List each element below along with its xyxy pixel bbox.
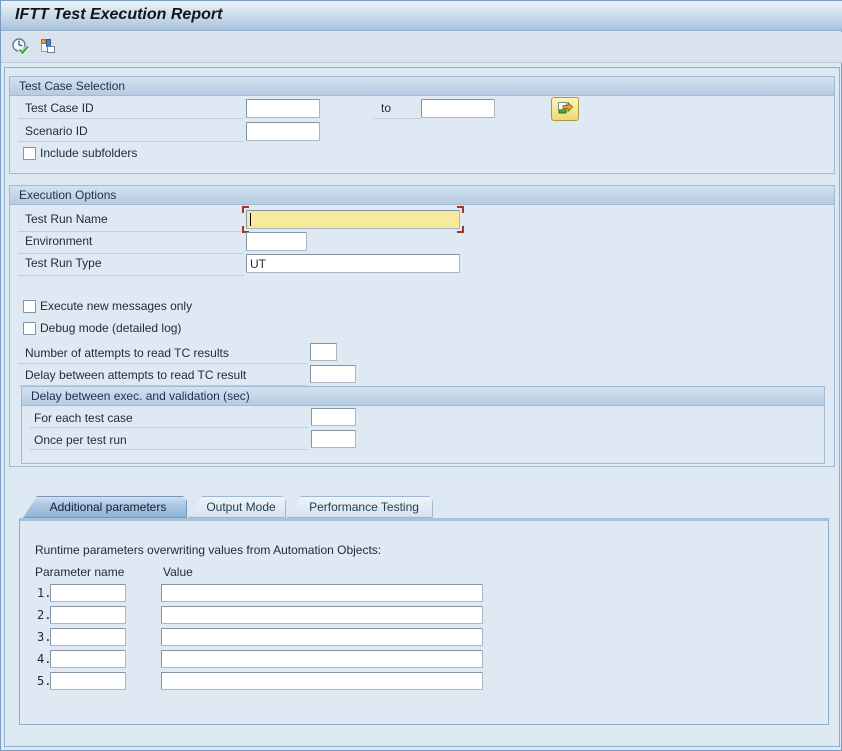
application-toolbar [1, 32, 842, 63]
execute-clock-check-icon [11, 37, 30, 59]
multiple-selection-arrow-icon [557, 99, 574, 119]
test-run-type-input[interactable] [246, 254, 460, 273]
param-value-input-4[interactable] [161, 650, 483, 668]
include-subfolders-checkbox[interactable] [23, 147, 36, 160]
test-case-id-label: Test Case ID [25, 99, 94, 118]
param-value-input-1[interactable] [161, 584, 483, 602]
attempts-label: Number of attempts to read TC results [25, 344, 229, 363]
delay-attempts-input[interactable] [310, 365, 356, 383]
row-underline [373, 118, 421, 119]
scenario-id-label: Scenario ID [25, 122, 88, 141]
parameter-name-column-header: Parameter name [35, 565, 124, 579]
param-value-input-3[interactable] [161, 628, 483, 646]
row-underline [18, 275, 244, 276]
row-underline [18, 141, 244, 142]
test-run-type-label: Test Run Type [25, 254, 102, 273]
param-name-input-2[interactable] [50, 606, 126, 624]
tab-performance-testing[interactable]: Performance Testing [287, 496, 433, 518]
execution-options-group: Execution Options Test Run Name Environm… [9, 185, 835, 467]
environment-input[interactable] [246, 232, 307, 251]
param-name-input-5[interactable] [50, 672, 126, 690]
execute-new-messages-label: Execute new messages only [40, 299, 192, 314]
test-run-name-input[interactable] [246, 210, 460, 229]
get-variant-button[interactable] [36, 37, 58, 59]
param-name-input-4[interactable] [50, 650, 126, 668]
delay-validation-group-title: Delay between exec. and validation (sec) [22, 387, 824, 406]
title-bar: IFTT Test Execution Report [1, 1, 842, 31]
environment-label: Environment [25, 232, 92, 251]
once-per-test-run-input[interactable] [311, 430, 356, 448]
debug-mode-label: Debug mode (detailed log) [40, 321, 181, 336]
execute-button[interactable] [9, 37, 31, 59]
debug-mode-checkbox[interactable] [23, 322, 36, 335]
row-underline [18, 118, 244, 119]
get-variant-icon [38, 37, 57, 59]
test-case-id-to-input[interactable] [421, 99, 495, 118]
execution-options-group-title: Execution Options [10, 186, 834, 205]
text-cursor [250, 213, 251, 226]
to-label: to [381, 99, 391, 118]
test-case-selection-group: Test Case Selection Test Case ID to Scen… [9, 76, 835, 174]
tab-output-mode[interactable]: Output Mode [188, 496, 286, 518]
test-case-id-from-input[interactable] [246, 99, 320, 118]
test-case-selection-group-title: Test Case Selection [10, 77, 834, 96]
row-underline [18, 363, 308, 364]
page-title: IFTT Test Execution Report [15, 6, 222, 24]
attempts-input[interactable] [310, 343, 337, 361]
additional-parameters-panel: Runtime parameters overwriting values fr… [19, 518, 829, 725]
execute-new-messages-checkbox[interactable] [23, 300, 36, 313]
param-name-input-1[interactable] [50, 584, 126, 602]
delay-attempts-label: Delay between attempts to read TC result [25, 366, 246, 385]
scenario-id-input[interactable] [246, 122, 320, 141]
multiple-selection-button[interactable] [551, 97, 579, 121]
sap-window: { "window": { "title": "IFTT Test Execut… [0, 0, 842, 751]
test-run-name-focus-frame [246, 210, 460, 229]
selection-screen: Test Case Selection Test Case ID to Scen… [4, 67, 840, 747]
value-column-header: Value [163, 565, 193, 579]
runtime-parameters-description: Runtime parameters overwriting values fr… [35, 543, 381, 557]
param-value-input-2[interactable] [161, 606, 483, 624]
delay-validation-group: Delay between exec. and validation (sec)… [21, 386, 825, 464]
for-each-test-case-input[interactable] [311, 408, 356, 426]
test-run-name-label: Test Run Name [25, 210, 108, 229]
for-each-test-case-label: For each test case [34, 409, 133, 428]
include-subfolders-label: Include subfolders [40, 146, 137, 161]
param-name-input-3[interactable] [50, 628, 126, 646]
once-per-test-run-label: Once per test run [34, 431, 127, 450]
tab-additional-parameters[interactable]: Additional parameters [23, 496, 187, 518]
param-value-input-5[interactable] [161, 672, 483, 690]
